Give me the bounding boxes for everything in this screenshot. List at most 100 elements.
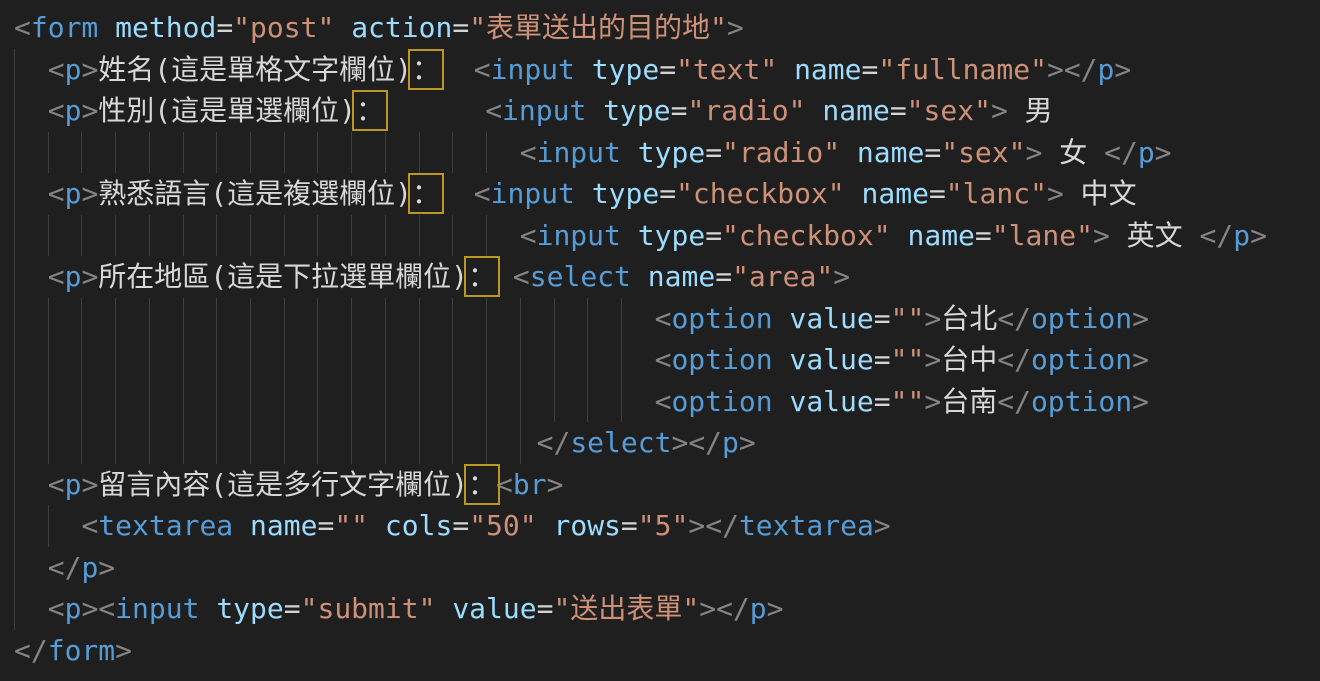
string-value-token: "50" <box>469 509 536 542</box>
bracket-token: > <box>671 426 688 459</box>
indent-guide <box>385 381 386 423</box>
bracket-token: > <box>115 634 132 667</box>
bracket-token: > <box>81 53 98 86</box>
tag-name-token: input <box>491 177 575 210</box>
string-value-token: "post" <box>233 11 334 44</box>
indent-guide <box>48 339 49 381</box>
indent-guide <box>452 381 453 423</box>
indent-guide <box>48 298 49 340</box>
bracket-token: > <box>924 385 941 418</box>
bracket-token: </ <box>48 551 82 584</box>
code-line[interactable]: </select></p> <box>0 422 1320 464</box>
whitespace <box>586 94 603 127</box>
tag-name-token: form <box>31 11 98 44</box>
highlighted-fullwidth-colon: ： <box>356 94 384 127</box>
attribute-name-token: cols <box>385 509 452 542</box>
indent-guide <box>419 422 420 464</box>
bracket-token: > <box>767 592 784 625</box>
attribute-name-token: value <box>789 343 873 376</box>
bracket-token: > <box>1155 136 1172 169</box>
code-line[interactable]: </p> <box>0 547 1320 589</box>
indent-guide <box>14 588 15 630</box>
bracket-token: > <box>833 260 850 293</box>
bracket-token: > <box>874 509 891 542</box>
bracket-token: > <box>1250 219 1267 252</box>
whitespace <box>496 260 513 293</box>
code-line[interactable]: <p>姓名(這是單格文字欄位)： <input type="text" name… <box>0 49 1320 91</box>
indent-guide <box>317 215 318 257</box>
tag-name-token: input <box>491 53 575 86</box>
indent-guide <box>486 215 487 257</box>
whitespace <box>621 219 638 252</box>
equals-token: = <box>452 509 469 542</box>
code-line[interactable]: <p><input type="submit" value="送出表單"></p… <box>0 588 1320 630</box>
string-value-token: "" <box>891 343 925 376</box>
bracket-token: < <box>48 94 65 127</box>
code-line[interactable]: <option value="">台北</option> <box>0 298 1320 340</box>
indent-guide <box>351 381 352 423</box>
code-line[interactable]: <p>熟悉語言(這是複選欄位)： <input type="checkbox" … <box>0 173 1320 215</box>
indent-guide <box>250 381 251 423</box>
whitespace <box>621 136 638 169</box>
code-line[interactable]: <option value="">台中</option> <box>0 339 1320 381</box>
bracket-token: > <box>81 260 98 293</box>
indent-guide <box>216 298 217 340</box>
indent-guide <box>351 132 352 174</box>
indent-guide <box>419 132 420 174</box>
text-content-token: 男 <box>1008 94 1053 127</box>
bracket-token: > <box>727 11 744 44</box>
indent-guide <box>48 381 49 423</box>
indent-guide <box>149 381 150 423</box>
code-line[interactable]: </form> <box>0 630 1320 672</box>
code-line[interactable]: <input type="checkbox" name="lane"> 英文 <… <box>0 215 1320 257</box>
code-line[interactable]: <p>性別(這是單選欄位)： <input type="radio" name=… <box>0 90 1320 132</box>
tag-name-token: option <box>671 343 772 376</box>
text-content-token: 性別(這是單選欄位) <box>98 94 356 127</box>
string-value-token: "" <box>891 385 925 418</box>
bracket-token: > <box>547 468 564 501</box>
text-content-token: 台北 <box>941 302 997 335</box>
bracket-token: > <box>1047 177 1064 210</box>
equals-token: = <box>659 53 676 86</box>
indent-guide <box>284 215 285 257</box>
code-line[interactable]: <option value="">台南</option> <box>0 381 1320 423</box>
bracket-token: > <box>81 94 98 127</box>
tag-name-token: input <box>537 219 621 252</box>
bracket-token: > <box>991 94 1008 127</box>
code-line[interactable]: <form method="post" action="表單送出的目的地"> <box>0 7 1320 49</box>
bracket-token: > <box>688 509 705 542</box>
indent-guide <box>621 298 622 340</box>
indent-guide <box>183 215 184 257</box>
tag-name-token: option <box>1031 343 1132 376</box>
highlighted-fullwidth-colon: ： <box>468 468 496 501</box>
indent-guide <box>14 298 15 340</box>
bracket-token: < <box>520 219 537 252</box>
attribute-name-token: type <box>592 177 659 210</box>
indent-guide <box>486 298 487 340</box>
indent-guide <box>621 339 622 381</box>
string-value-token: "text" <box>676 53 777 86</box>
code-editor[interactable]: <form method="post" action="表單送出的目的地"> <… <box>0 0 1320 681</box>
code-line[interactable]: <p>所在地區(這是下拉選單欄位)： <select name="area"> <box>0 256 1320 298</box>
indent-guide <box>587 298 588 340</box>
tag-name-token: p <box>750 592 767 625</box>
bracket-token: > <box>924 343 941 376</box>
indent-guide <box>520 381 521 423</box>
tag-name-token: p <box>65 53 82 86</box>
attribute-name-token: value <box>452 592 536 625</box>
attribute-name-token: type <box>216 592 283 625</box>
code-line[interactable]: <input type="radio" name="sex"> 女 </p> <box>0 132 1320 174</box>
indent-guide <box>587 381 588 423</box>
code-line[interactable]: <textarea name="" cols="50" rows="5"></t… <box>0 505 1320 547</box>
indent-guide <box>419 215 420 257</box>
highlighted-fullwidth-colon: ： <box>412 53 440 86</box>
attribute-name-token: method <box>115 11 216 44</box>
attribute-name-token: type <box>638 219 705 252</box>
indent-guide <box>520 422 521 464</box>
code-line[interactable]: <p>留言內容(這是多行文字欄位)：<br> <box>0 464 1320 506</box>
indent-guide <box>149 422 150 464</box>
attribute-name-token: type <box>592 53 659 86</box>
tag-name-token: br <box>513 468 547 501</box>
indent-guide <box>14 90 15 132</box>
bracket-token: </ <box>997 385 1031 418</box>
